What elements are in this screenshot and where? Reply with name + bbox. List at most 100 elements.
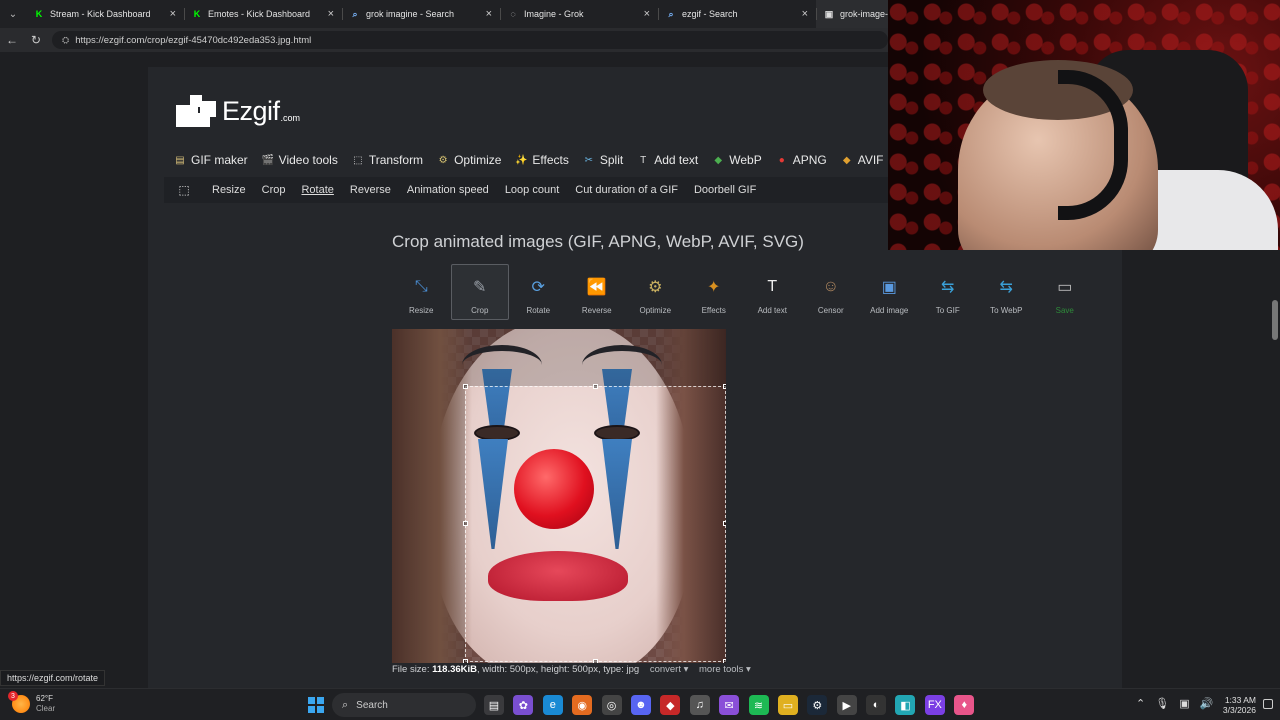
- weather-temp: 62°F: [36, 694, 53, 703]
- file-explorer-icon[interactable]: ▤: [484, 695, 504, 715]
- tool-button[interactable]: ⇆ To WebP: [977, 264, 1036, 320]
- main-nav-item[interactable]: ◆ WebP: [712, 153, 761, 167]
- folder-icon[interactable]: ▭: [777, 695, 798, 715]
- sub-nav-item[interactable]: Reverse: [342, 184, 399, 196]
- copilot-icon[interactable]: ✿: [513, 695, 534, 715]
- microphone-icon[interactable]: 🎙: [1155, 697, 1169, 710]
- sub-nav-item[interactable]: Doorbell GIF: [686, 184, 764, 196]
- crop-preview-image[interactable]: [392, 329, 726, 663]
- crop-handle[interactable]: [463, 521, 468, 526]
- page-title: Crop animated images (GIF, APNG, WebP, A…: [392, 232, 804, 251]
- main-nav-item[interactable]: ✨ Effects: [515, 153, 569, 167]
- main-nav-label: Split: [599, 153, 624, 167]
- spotify-icon[interactable]: ≋: [748, 695, 769, 715]
- pin-icon[interactable]: ♦: [954, 695, 975, 715]
- sub-nav-item[interactable]: Rotate: [293, 184, 341, 196]
- tool-button[interactable]: ▭ Save: [1036, 264, 1095, 320]
- chevron-up-icon[interactable]: ⌃: [1136, 697, 1145, 710]
- edge-icon[interactable]: e: [542, 695, 563, 715]
- main-nav-item[interactable]: ◆ AVIF: [841, 153, 884, 167]
- sub-nav-item[interactable]: Resize: [204, 184, 254, 196]
- tool-button[interactable]: ☺ Censor: [802, 264, 861, 320]
- url-text: https://ezgif.com/crop/ezgif-45470dc492e…: [75, 34, 312, 46]
- back-arrow-icon[interactable]: ←: [0, 28, 24, 52]
- discord-icon[interactable]: ☻: [630, 695, 651, 715]
- convert-dropdown[interactable]: convert ▾: [650, 664, 689, 675]
- main-nav-item[interactable]: ✂ Split: [583, 153, 624, 167]
- fx-icon[interactable]: FX: [924, 695, 945, 715]
- main-nav-item[interactable]: ⚙ Optimize: [437, 153, 502, 167]
- browser-tab[interactable]: ⌕ grok imagine - Search ×: [342, 0, 500, 28]
- weather-widget[interactable]: 3 62°F Clear: [8, 691, 55, 714]
- crop-handle[interactable]: [593, 659, 598, 663]
- clock[interactable]: 1:33 AM 3/3/2026: [1216, 695, 1256, 715]
- tool-button[interactable]: ⟳ Rotate: [509, 264, 568, 320]
- tab-list-chevron-icon[interactable]: ⌄: [0, 0, 26, 28]
- tool-label: Optimize: [639, 306, 672, 315]
- crop-handle[interactable]: [723, 521, 726, 526]
- messenger-icon[interactable]: ✉: [719, 695, 740, 715]
- crop-transform-icon[interactable]: ⬚: [164, 183, 204, 197]
- start-windows-icon[interactable]: [308, 697, 324, 713]
- sub-nav-item[interactable]: Animation speed: [399, 184, 497, 196]
- tool-button[interactable]: ⇆ To GIF: [919, 264, 978, 320]
- browser-tab[interactable]: K Emotes - Kick Dashboard ×: [184, 0, 342, 28]
- tool-button[interactable]: ✎ Crop: [450, 264, 509, 320]
- crop-handle[interactable]: [463, 659, 468, 663]
- page-scrollbar[interactable]: [1272, 300, 1278, 340]
- itunes-icon[interactable]: ♫: [689, 695, 710, 715]
- volume-icon[interactable]: 🔊: [1200, 697, 1214, 710]
- app-red-icon[interactable]: ◆: [660, 695, 681, 715]
- browser-tab[interactable]: ◌ Imagine - Grok ×: [500, 0, 658, 28]
- main-nav-item[interactable]: ▤ GIF maker: [174, 153, 247, 167]
- browser-tab[interactable]: K Stream - Kick Dashboard ×: [26, 0, 184, 28]
- tool-button[interactable]: ⤡ Resize: [392, 264, 451, 320]
- main-nav-item[interactable]: 🎬 Video tools: [261, 153, 337, 167]
- main-nav-item[interactable]: T Add text: [637, 153, 698, 167]
- grok-icon: ◌: [510, 9, 516, 19]
- sub-nav-item[interactable]: Loop count: [497, 184, 567, 196]
- refresh-icon[interactable]: ↻: [24, 28, 48, 52]
- crop-icon: ✎: [473, 279, 487, 296]
- notification-icon[interactable]: [1263, 699, 1273, 709]
- close-icon[interactable]: ×: [802, 8, 808, 20]
- ezgif-logo[interactable]: Ezgif .com: [176, 95, 300, 127]
- crop-selection[interactable]: [463, 384, 726, 663]
- sub-nav-item[interactable]: Crop: [254, 184, 294, 196]
- sub-nav-item[interactable]: Cut duration of a GIF: [567, 184, 686, 196]
- network-icon[interactable]: ▣: [1179, 697, 1189, 710]
- tool-button[interactable]: T Add text: [743, 264, 802, 320]
- close-icon[interactable]: ×: [170, 8, 176, 20]
- app-dark-icon[interactable]: ◐: [866, 695, 887, 715]
- clapper-icon[interactable]: ▶: [836, 695, 857, 715]
- tool-label: Add text: [757, 306, 787, 315]
- app-cyan-icon[interactable]: ◧: [895, 695, 916, 715]
- steam-icon[interactable]: ⚙: [807, 695, 828, 715]
- more-tools-dropdown[interactable]: more tools ▾: [699, 664, 751, 675]
- tool-button[interactable]: ⏪ Reverse: [568, 264, 627, 320]
- close-icon[interactable]: ×: [328, 8, 334, 20]
- crop-handle[interactable]: [723, 384, 726, 389]
- webp-icon: ◆: [714, 154, 723, 166]
- tool-button[interactable]: ✦ Effects: [685, 264, 744, 320]
- url-field[interactable]: ⛭ https://ezgif.com/crop/ezgif-45470dc49…: [52, 31, 888, 49]
- firefox-icon[interactable]: ◉: [572, 695, 593, 715]
- crop-handle[interactable]: [723, 659, 726, 663]
- browser-tab[interactable]: ⌕ ezgif - Search ×: [658, 0, 816, 28]
- taskbar-search[interactable]: ⌕ Search: [332, 693, 476, 717]
- main-nav-label: APNG: [792, 153, 827, 167]
- system-tray: ⌃ 🎙 ▣ 🔊: [1136, 697, 1223, 710]
- crop-handle[interactable]: [593, 384, 598, 389]
- tool-button[interactable]: ▣ Add image: [860, 264, 919, 320]
- kick-icon: K: [35, 9, 43, 19]
- tool-button[interactable]: ⚙ Optimize: [626, 264, 685, 320]
- close-icon[interactable]: ×: [486, 8, 492, 20]
- main-nav-label: Add text: [654, 153, 699, 167]
- close-icon[interactable]: ×: [644, 8, 650, 20]
- file-size: 118.36KiB: [432, 664, 478, 675]
- site-info-icon[interactable]: ⛭: [62, 35, 69, 46]
- main-nav-item[interactable]: ⬚ Transform: [352, 153, 423, 167]
- crop-handle[interactable]: [463, 384, 468, 389]
- main-nav-item[interactable]: ● APNG: [776, 153, 827, 167]
- obs-icon[interactable]: ◎: [601, 695, 622, 715]
